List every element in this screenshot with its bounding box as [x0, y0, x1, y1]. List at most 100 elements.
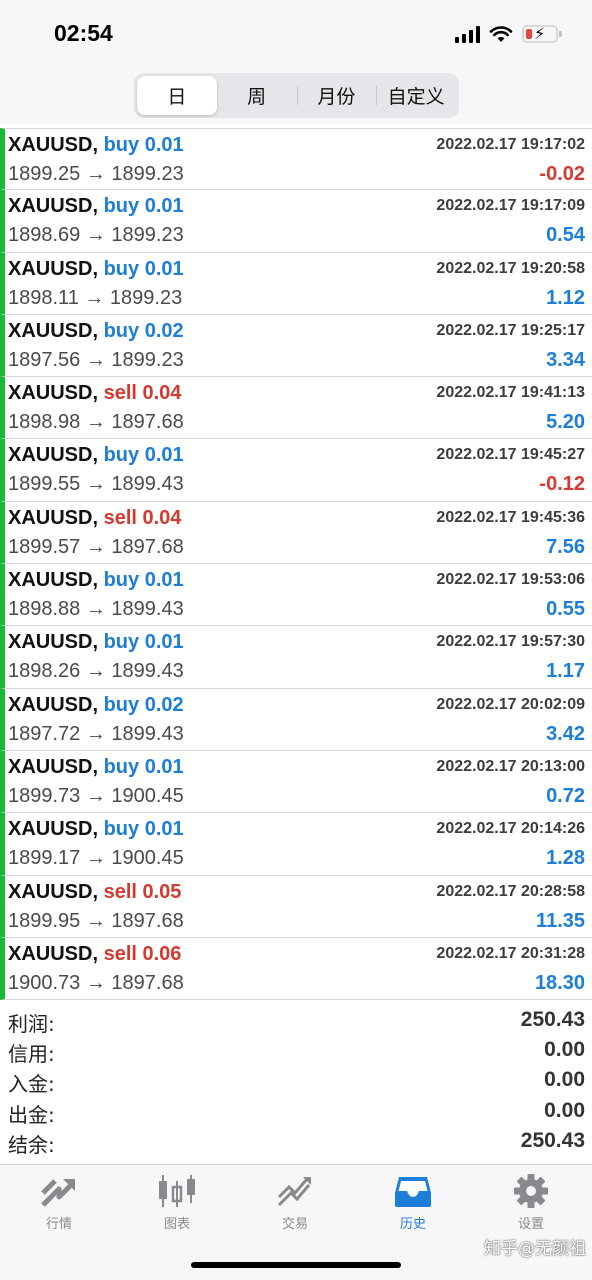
- trade-prices: 1899.17 → 1900.45: [8, 847, 184, 870]
- trade-symbol: XAUUSD, buy 0.01: [8, 756, 184, 779]
- trade-row[interactable]: XAUUSD, sell 0.04 2022.02.17 19:45:36 1899…: [0, 501, 592, 565]
- tab-chart[interactable]: 图表: [118, 1173, 236, 1237]
- trade-direction: sell: [103, 506, 137, 529]
- trade-row[interactable]: XAUUSD, buy 0.01 2022.02.17 19:45:27 1899.…: [0, 439, 592, 502]
- trade-time: 2022.02.17 20:02:09: [436, 695, 585, 713]
- trade-profit: 5.20: [546, 411, 585, 434]
- trade-symbol: XAUUSD, buy 0.02: [8, 320, 184, 343]
- trade-side: buy 0.01: [104, 818, 184, 840]
- trade-profit: 11.35: [536, 909, 585, 932]
- tab-history[interactable]: 历史: [354, 1173, 472, 1237]
- trade-side: buy 0.01: [104, 756, 184, 778]
- summary-value: 250.43: [520, 1008, 585, 1031]
- trade-time: 2022.02.17 19:20:58: [436, 259, 585, 277]
- symbol-name: XAUUSD,: [8, 631, 99, 654]
- trade-time: 2022.02.17 20:31:28: [436, 944, 585, 962]
- trade-direction: buy: [103, 257, 140, 280]
- trade-row[interactable]: XAUUSD, buy 0.01 2022.02.17 19:17:02 1899.…: [0, 128, 592, 191]
- tab-settings[interactable]: 设置: [472, 1173, 590, 1237]
- trade-time: 2022.02.17 19:53:06: [436, 571, 585, 589]
- tab-custom[interactable]: 自定义: [376, 76, 456, 115]
- trade-time: 2022.02.17 20:28:58: [436, 882, 585, 900]
- trade-side: sell 0.04: [104, 382, 182, 404]
- trade-row[interactable]: XAUUSD, buy 0.02 2022.02.17 19:25:17 1897.…: [0, 314, 592, 378]
- tab-label: 行情: [45, 1217, 72, 1232]
- trade-symbol: XAUUSD, sell 0.06: [8, 943, 181, 966]
- trade-lots: 0.01: [144, 257, 184, 280]
- trade-lots: 0.02: [144, 319, 184, 342]
- trade-time: 2022.02.17 20:14:26: [436, 820, 585, 838]
- trade-row[interactable]: XAUUSD, buy 0.02 2022.02.17 20:02:09 1897.…: [0, 688, 592, 751]
- summary-row-credit: 信用: 0.00: [0, 1036, 592, 1066]
- trade-lots: 0.05: [142, 880, 182, 903]
- trade-symbol: XAUUSD, buy 0.02: [8, 694, 184, 717]
- symbol-name: XAUUSD,: [8, 818, 99, 841]
- home-indicator[interactable]: [191, 1262, 401, 1268]
- trade-prices: 1899.95 → 1897.68: [8, 909, 184, 932]
- tab-trade[interactable]: 交易: [236, 1173, 354, 1237]
- symbol-name: XAUUSD,: [8, 319, 99, 342]
- trade-direction: buy: [103, 444, 140, 467]
- symbol-name: XAUUSD,: [8, 382, 99, 405]
- summary-row-balance: 结余: 250.43: [0, 1127, 592, 1157]
- trade-symbol: XAUUSD, sell 0.04: [8, 382, 181, 405]
- trade-lots: 0.06: [142, 942, 182, 965]
- summary-value: 0.00: [544, 1098, 585, 1122]
- tab-month[interactable]: 月份: [296, 76, 377, 115]
- tab-week[interactable]: 周: [217, 76, 297, 115]
- trade-symbol: XAUUSD, buy 0.01: [8, 818, 184, 841]
- summary-value: 0.00: [544, 1068, 585, 1092]
- trade-row[interactable]: XAUUSD, buy 0.01 2022.02.17 20:13:00 1899.…: [0, 750, 592, 814]
- trade-row[interactable]: XAUUSD, buy 0.01 2022.02.17 20:14:26 1899.…: [0, 813, 592, 876]
- trade-prices: 1898.98 → 1897.68: [8, 411, 184, 434]
- trade-row[interactable]: XAUUSD, sell 0.06 2022.02.17 20:31:28 1900…: [0, 937, 592, 1001]
- history-tray-icon: [395, 1177, 431, 1207]
- summary-label: 利润:: [8, 1012, 55, 1036]
- summary-value: 250.43: [520, 1128, 585, 1152]
- account-summary: 利润: 250.43 信用: 0.00 入金: 0.00 出金: 0.00 结余…: [0, 1006, 592, 1157]
- trade-lots: 0.01: [144, 631, 184, 654]
- tab-quotes[interactable]: 行情: [0, 1173, 118, 1237]
- trade-lots: 0.01: [144, 818, 184, 841]
- trade-row[interactable]: XAUUSD, buy 0.01 2022.02.17 19:53:06 1898.…: [0, 564, 592, 627]
- trade-time: 2022.02.17 19:25:17: [436, 321, 585, 339]
- trade-lots: 0.01: [144, 195, 184, 218]
- symbol-name: XAUUSD,: [8, 569, 99, 592]
- trade-direction: buy: [103, 134, 140, 156]
- trade-profit: 1.28: [546, 847, 585, 870]
- summary-row-deposit: 入金: 0.00: [0, 1066, 592, 1096]
- trade-profit: 0.55: [546, 598, 585, 621]
- summary-label: 结余:: [8, 1132, 55, 1157]
- trade-symbol: XAUUSD, buy 0.01: [8, 631, 184, 654]
- trade-row[interactable]: XAUUSD, buy 0.01 2022.02.17 19:17:09 1898.…: [0, 190, 592, 253]
- trade-symbol: XAUUSD, buy 0.01: [8, 569, 184, 592]
- trade-profit: 3.34: [546, 348, 585, 371]
- trade-direction: buy: [103, 569, 140, 592]
- trade-profit: 1.17: [546, 660, 585, 683]
- tab-day[interactable]: 日: [137, 76, 217, 115]
- trade-row[interactable]: XAUUSD, buy 0.01 2022.02.17 19:20:58 1898.…: [0, 252, 592, 315]
- tab-label: 历史: [399, 1217, 426, 1232]
- trade-time: 2022.02.17 19:57:30: [436, 633, 585, 651]
- trade-row[interactable]: XAUUSD, sell 0.05 2022.02.17 20:28:58 1899…: [0, 875, 592, 938]
- trade-symbol: XAUUSD, buy 0.01: [8, 134, 184, 157]
- candlestick-chart-icon: [159, 1175, 195, 1207]
- trade-prices: 1899.25 → 1899.23: [8, 163, 184, 185]
- trade-row[interactable]: XAUUSD, buy 0.01 2022.02.17 19:57:30 1898.…: [0, 626, 592, 689]
- trade-direction: sell: [103, 880, 137, 903]
- trade-row[interactable]: XAUUSD, sell 0.04 2022.02.17 19:41:13 1898…: [0, 377, 592, 440]
- period-segmented-control: 日 周 月份 自定义: [134, 73, 459, 118]
- symbol-name: XAUUSD,: [8, 755, 99, 778]
- trade-direction: sell: [103, 942, 137, 965]
- trade-side: buy 0.01: [104, 444, 184, 466]
- trade-time: 2022.02.17 19:45:36: [436, 508, 585, 526]
- cellular-signal-icon: [455, 25, 480, 43]
- trade-prices: 1899.57 → 1897.68: [8, 535, 184, 558]
- tab-label: 交易: [281, 1217, 308, 1232]
- trade-history-list: XAUUSD, buy 0.01 2022.02.17 19:17:02 1899.…: [0, 128, 592, 1001]
- trade-side: buy 0.01: [104, 569, 184, 591]
- trade-lots: 0.01: [144, 444, 184, 467]
- trade-side: buy 0.01: [104, 258, 184, 280]
- symbol-name: XAUUSD,: [8, 693, 99, 716]
- trade-profit: 1.12: [546, 286, 585, 309]
